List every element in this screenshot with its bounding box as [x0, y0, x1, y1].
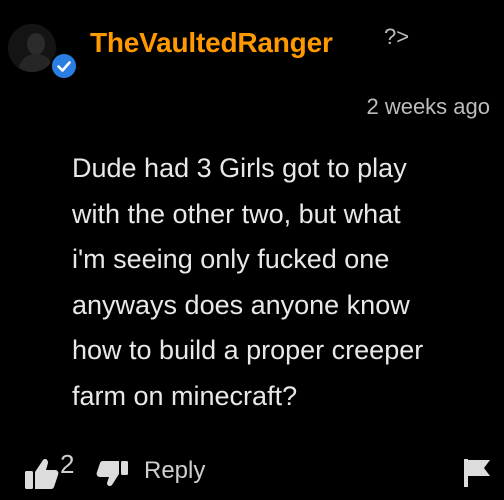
- verified-badge-icon: [50, 52, 78, 80]
- flag-icon: [464, 459, 490, 487]
- thumbs-up-icon: [25, 459, 59, 489]
- dislike-button[interactable]: [94, 459, 130, 495]
- user-symbol: ?>: [384, 24, 410, 49]
- timestamp: 2 weeks ago: [366, 94, 490, 119]
- comment-line: with the other two, but what: [72, 198, 401, 229]
- username[interactable]: TheVaultedRanger: [90, 27, 333, 59]
- flag-button[interactable]: [462, 457, 494, 489]
- reply-button[interactable]: Reply: [144, 457, 205, 485]
- comment-line: farm on minecraft?: [72, 380, 298, 411]
- like-button[interactable]: [24, 455, 60, 491]
- like-count: 2: [60, 449, 75, 479]
- thumbs-down-icon: [96, 461, 128, 487]
- comment-line: Dude had 3 Girls got to play: [72, 153, 407, 183]
- user-avatar-icon: [8, 24, 56, 72]
- avatar[interactable]: [8, 24, 56, 72]
- comment-text: Dude had 3 Girls got to play with the ot…: [72, 146, 492, 419]
- comment-actions: 2 Reply: [0, 445, 504, 495]
- comment-line: i'm seeing only fucked one: [72, 244, 390, 274]
- comment-line: how to build a proper creeper: [72, 335, 424, 365]
- comment-line: anyways does anyone know: [72, 289, 410, 320]
